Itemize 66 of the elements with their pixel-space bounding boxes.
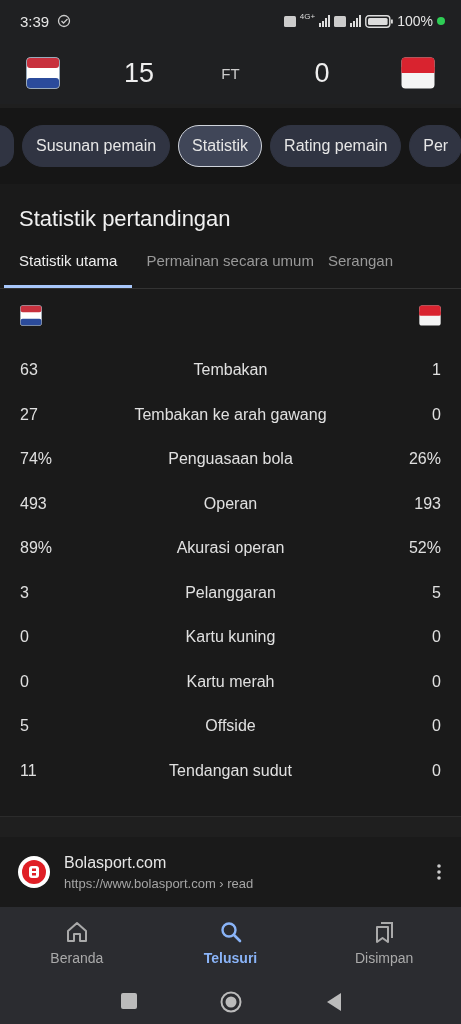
home-score: 15 bbox=[122, 57, 155, 89]
signal-icon bbox=[319, 15, 331, 27]
source-url: https://www.bolasport.com › read bbox=[64, 875, 255, 891]
stat-value: 74% bbox=[20, 450, 54, 469]
stat-value: 11 bbox=[20, 761, 38, 780]
volte-icon bbox=[283, 15, 296, 27]
card-title: Statistik pertandingan bbox=[18, 205, 232, 233]
filter-chip[interactable]: Per bbox=[409, 125, 461, 167]
filter-chip[interactable]: Rating pemain bbox=[270, 125, 402, 167]
stat-label: Pelanggaran bbox=[184, 583, 277, 602]
stat-value: 26% bbox=[407, 450, 441, 469]
flag-icon bbox=[401, 57, 435, 89]
status-dot-icon bbox=[437, 17, 445, 25]
clock: 3:39 bbox=[20, 12, 50, 30]
stat-value: 52% bbox=[407, 539, 441, 558]
flag-icon bbox=[20, 305, 42, 326]
tab[interactable]: Serangan bbox=[327, 244, 393, 288]
stat-value: 89% bbox=[20, 539, 54, 558]
away-score: 0 bbox=[313, 57, 331, 89]
volte-icon bbox=[334, 15, 347, 27]
site-logo-icon bbox=[18, 856, 50, 888]
nav-item[interactable]: Beranda bbox=[0, 907, 154, 979]
battery-level: 100% bbox=[397, 13, 433, 29]
stat-value: 1 bbox=[431, 361, 441, 380]
stat-value: 493 bbox=[20, 494, 48, 513]
source-name: Bolasport.com bbox=[64, 853, 168, 872]
nav-item[interactable]: Disimpan bbox=[307, 907, 461, 979]
stat-label: Operan bbox=[202, 494, 259, 513]
stat-label: Akurasi operan bbox=[175, 539, 286, 558]
more-icon bbox=[437, 864, 441, 880]
match-status: FT bbox=[220, 64, 241, 82]
stat-value: 5 bbox=[431, 583, 441, 602]
tab[interactable]: Permainan secara umum bbox=[146, 244, 314, 288]
recents-button[interactable] bbox=[119, 991, 138, 1012]
filter-chip[interactable]: Statistik bbox=[178, 125, 263, 167]
check-circle-icon bbox=[57, 14, 72, 28]
stat-label: Kartu kuning bbox=[184, 628, 277, 647]
stat-label: Tembakan ke arah gawang bbox=[133, 405, 328, 424]
stat-label: Tendangan sudut bbox=[168, 761, 293, 780]
stat-label: Penguasaan bola bbox=[167, 450, 294, 469]
stat-value: 193 bbox=[413, 494, 441, 513]
nav-item[interactable]: Telusuri bbox=[153, 907, 308, 979]
stat-value: 0 bbox=[431, 672, 441, 691]
stat-value: 0 bbox=[20, 628, 30, 647]
tab[interactable]: Statistik utama bbox=[4, 244, 133, 288]
search-icon bbox=[218, 920, 243, 944]
home-button[interactable] bbox=[219, 990, 242, 1013]
filter-chip[interactable]: Susunan pemain bbox=[22, 125, 171, 167]
stat-value: 0 bbox=[431, 717, 441, 736]
stat-value: 3 bbox=[20, 583, 30, 602]
stat-value: 63 bbox=[20, 361, 39, 380]
stat-value: 0 bbox=[431, 628, 441, 647]
network-type: 4G+ bbox=[299, 12, 316, 21]
stat-label: Offside bbox=[204, 717, 257, 736]
stat-value: 5 bbox=[20, 717, 30, 736]
flag-icon bbox=[419, 305, 441, 326]
flag-icon bbox=[26, 57, 60, 89]
signal-icon bbox=[350, 15, 362, 27]
stat-label: Kartu merah bbox=[185, 672, 276, 691]
stat-value: 0 bbox=[431, 761, 441, 780]
home-icon bbox=[64, 920, 89, 944]
battery-icon bbox=[365, 14, 394, 28]
stat-value: 0 bbox=[431, 405, 441, 424]
stat-value: 27 bbox=[20, 405, 39, 424]
stat-label: Tembakan bbox=[192, 361, 269, 380]
stat-value: 0 bbox=[20, 672, 30, 691]
